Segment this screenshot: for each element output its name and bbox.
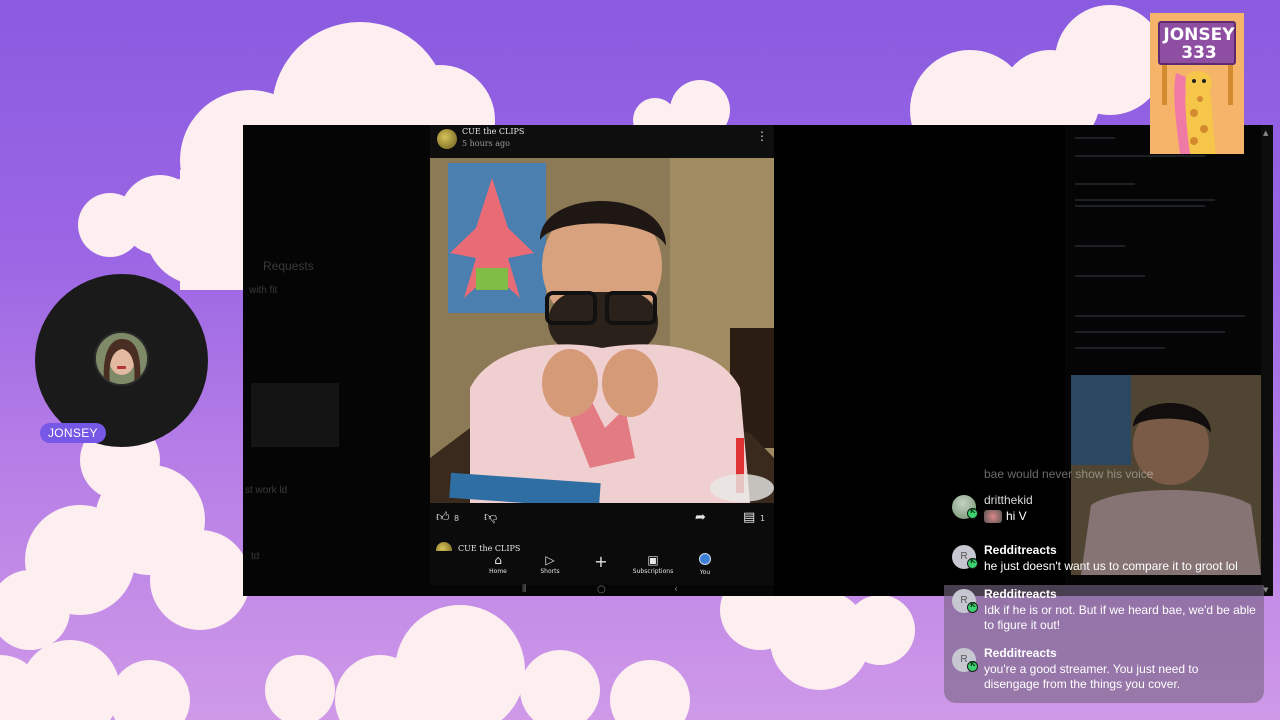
profile-icon [699,553,711,565]
chat-text: you're a good streamer. You just need to… [984,662,1199,691]
system-nav-bar: ⦀ ○ ‹ [430,584,774,596]
nav-home[interactable]: ⌂ Home [473,553,523,576]
home-icon: ⌂ [494,553,502,567]
channel-avatar[interactable] [437,129,457,149]
plus-icon: + [594,552,608,571]
chat-overlay: bae would never show his voice K dritthe… [944,455,1264,703]
chat-message-body: hi V [984,509,1256,524]
webcam-frame [35,274,208,447]
shorts-player: CUE the CLIPS 5 hours ago ⋮ 👍︎ 8 👎︎ ➦ ▤ … [430,125,774,596]
post-time: 5 hours ago [462,139,510,148]
kick-badge-icon: K [967,660,978,672]
right-hand [602,349,658,417]
like-icon[interactable]: 👍︎ [436,511,450,525]
nav-label: You [699,569,711,576]
like-count: 8 [454,514,460,523]
streamer-name-tag: JONSEY [40,423,106,443]
dislike-icon[interactable]: 👎︎ [484,511,497,525]
subscriptions-icon: ▣ [647,553,659,567]
video-frame[interactable] [430,158,774,503]
home-circle-icon[interactable]: ○ [597,584,606,595]
share-icon[interactable]: ➦ [695,511,706,525]
comment-count: 1 [760,514,766,523]
bottom-nav: ⌂ Home ▷ Shorts + ▣ Subscriptions You [430,551,774,585]
action-bar: 👍︎ 8 👎︎ ➦ ▤ 1 [430,503,774,539]
video-scene [430,158,774,503]
channel-name[interactable]: CUE the CLIPS [462,127,524,136]
nav-you[interactable]: You [680,553,730,577]
chat-text: Idk if he is or not. But if we heard bae… [984,603,1256,632]
faint-row: with fit [249,285,278,296]
faded-chat-message: bae would never show his voice [984,467,1154,481]
left-hand [542,349,598,417]
badge-sign: JONSEY 333 [1158,21,1236,65]
shorts-icon: ▷ [545,553,555,567]
chat-username[interactable]: dritthekid [984,493,1033,507]
channel-badge: JONSEY 333 [1150,13,1244,154]
faint-row: st work ld [245,485,288,496]
kick-badge-icon: K [967,601,978,613]
chat-text: hi V [1006,509,1027,523]
recents-icon[interactable]: ⦀ [522,584,526,595]
nav-shorts[interactable]: ▷ Shorts [525,553,575,576]
nav-label: Subscriptions [632,568,674,575]
nav-label: Shorts [540,568,560,575]
requests-label: Requests [263,259,314,273]
chat-text: he just doesn't want us to compare it to… [984,559,1238,573]
emote-icon [984,510,1002,524]
comment-icon[interactable]: ▤ [743,511,755,525]
chat-username[interactable]: Redditreacts [984,587,1057,601]
chat-username[interactable]: Redditreacts [984,646,1057,660]
kick-badge-icon: K [967,557,978,569]
scroll-up-icon[interactable]: ▲ [1263,129,1268,137]
nav-label: Home [489,568,507,575]
back-icon[interactable]: ‹ [674,584,678,595]
chat-username[interactable]: Redditreacts [984,543,1057,557]
faint-row: td [251,551,260,562]
streamer-avatar [94,331,149,386]
faint-card [251,383,339,447]
nav-subscriptions[interactable]: ▣ Subscriptions [628,553,678,576]
badge-number: 333 [1181,43,1217,63]
more-options-icon[interactable]: ⋮ [756,130,768,142]
nav-create[interactable]: + [576,552,626,571]
left-faint-panel: Requests with fit st work ld td [243,125,430,596]
kick-badge-icon: K [967,507,978,519]
post-header: CUE the CLIPS 5 hours ago ⋮ [430,125,774,158]
badge-title: JONSEY [1163,25,1235,45]
